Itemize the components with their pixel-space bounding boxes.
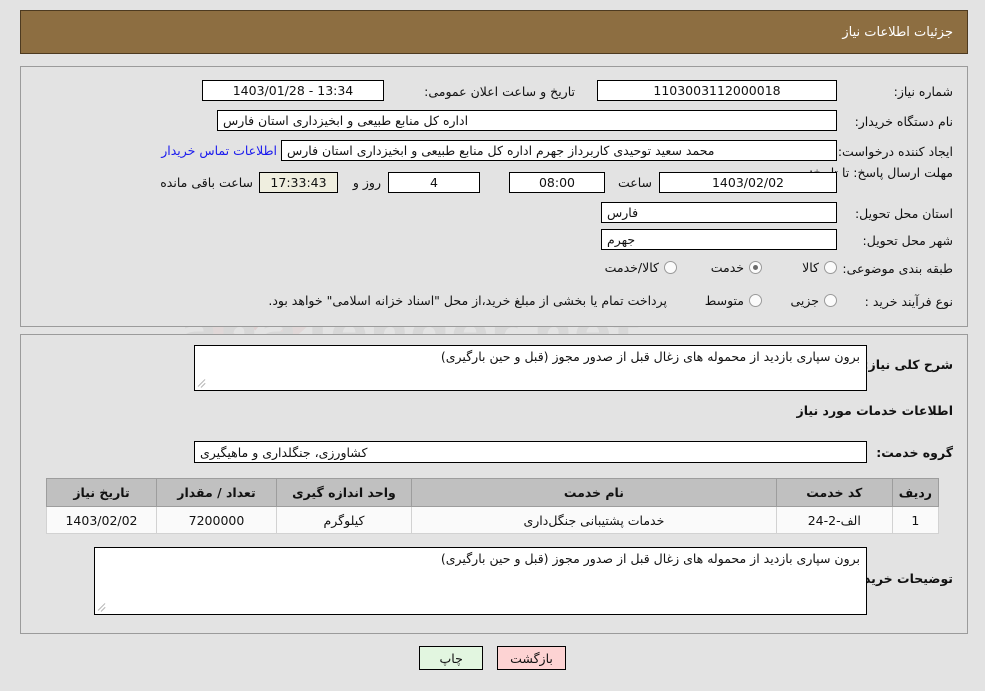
td-need-date: 1403/02/02 bbox=[46, 506, 157, 534]
service-group-label: گروه خدمت: bbox=[876, 445, 953, 460]
buyer-notes-value: برون سپاری بازدید از محموله های زغال قبل… bbox=[440, 551, 860, 566]
category-option-khedmat-label: خدمت bbox=[710, 260, 744, 275]
td-unit: کیلوگرم bbox=[276, 506, 412, 534]
resize-grip-icon[interactable] bbox=[198, 379, 207, 388]
th-unit: واحد اندازه گیری bbox=[276, 478, 412, 507]
th-service-code: کد خدمت bbox=[775, 478, 893, 507]
process-option-jozi[interactable]: جزیی bbox=[790, 290, 837, 311]
general-desc-textarea[interactable]: برون سپاری بازدید از محموله های زغال قبل… bbox=[194, 345, 867, 391]
province-label: استان محل تحویل: bbox=[854, 206, 953, 221]
page-title: جزئیات اطلاعات نیاز bbox=[842, 24, 953, 40]
services-table: ردیف کد خدمت نام خدمت واحد اندازه گیری ت… bbox=[46, 478, 940, 534]
th-quantity: تعداد / مقدار bbox=[156, 478, 277, 507]
treasury-note-label: پرداخت تمام یا بخشی از مبلغ خرید،از محل … bbox=[268, 293, 667, 308]
need-number-label: شماره نیاز: bbox=[893, 84, 953, 99]
td-quantity: 7200000 bbox=[156, 506, 277, 534]
print-button[interactable]: چاپ bbox=[419, 646, 484, 670]
remaining-days-suffix: روز و bbox=[352, 175, 381, 190]
radio-icon-motevaset[interactable] bbox=[749, 294, 762, 307]
resize-grip-icon-notes[interactable] bbox=[98, 603, 107, 612]
category-option-kala-label: کالا bbox=[802, 260, 819, 275]
radio-icon-kala-khedmat[interactable] bbox=[664, 261, 677, 274]
creator-label: ایجاد کننده درخواست: bbox=[837, 144, 953, 159]
category-option-kala-khedmat[interactable]: کالا/خدمت bbox=[605, 257, 677, 278]
category-option-khedmat[interactable]: خدمت bbox=[711, 257, 762, 278]
page-root: anaTender.net جزئیات اطلاعات نیاز شماره … bbox=[0, 0, 985, 691]
deadline-hour-label: ساعت bbox=[617, 175, 652, 190]
deadline-hour-value: 08:00 bbox=[509, 172, 605, 193]
remaining-days-value: 4 bbox=[388, 172, 480, 193]
category-option-kala[interactable]: کالا bbox=[802, 257, 837, 278]
announce-datetime-value: 1403/01/28 - 13:34 bbox=[202, 80, 384, 101]
radio-icon-jozi[interactable] bbox=[824, 294, 837, 307]
city-value: جهرم bbox=[601, 229, 837, 250]
radio-icon-khedmat[interactable] bbox=[749, 261, 762, 274]
category-label: طبقه بندی موضوعی: bbox=[842, 261, 953, 276]
category-option-kala-khedmat-label: کالا/خدمت bbox=[604, 260, 659, 275]
province-value: فارس bbox=[601, 202, 837, 223]
deadline-date-value: 1403/02/02 bbox=[659, 172, 837, 193]
creator-value: محمد سعید توحیدی کاربرداز جهرم اداره کل … bbox=[281, 140, 837, 161]
process-option-motevaset[interactable]: متوسط bbox=[705, 290, 762, 311]
radio-icon-kala[interactable] bbox=[824, 261, 837, 274]
need-number-value: 1103003112000018 bbox=[597, 80, 837, 101]
remaining-suffix-label: ساعت باقی مانده bbox=[160, 175, 253, 190]
general-desc-label: شرح کلی نیاز: bbox=[863, 357, 953, 372]
services-section-title: اطلاعات خدمات مورد نیاز bbox=[796, 403, 954, 418]
process-option-jozi-label: جزیی bbox=[790, 293, 819, 308]
general-desc-value: برون سپاری بازدید از محموله های زغال قبل… bbox=[440, 349, 860, 364]
announce-datetime-label: تاریخ و ساعت اعلان عمومی: bbox=[424, 84, 575, 99]
back-button[interactable]: بازگشت bbox=[497, 646, 566, 670]
th-need-date: تاریخ نیاز bbox=[46, 478, 157, 507]
need-details-panel: شماره نیاز: 1103003112000018 تاریخ و ساع… bbox=[20, 66, 968, 327]
buyer-org-value: اداره کل منابع طبیعی و ابخیزداری استان ف… bbox=[217, 110, 837, 131]
city-label: شهر محل تحویل: bbox=[862, 233, 953, 248]
table-row[interactable]: 1 الف-2-24 خدمات پشتیبانی جنگل‌داری کیلو… bbox=[46, 506, 940, 534]
buyer-contact-link[interactable]: اطلاعات تماس خریدار bbox=[161, 140, 277, 161]
table-header-row: ردیف کد خدمت نام خدمت واحد اندازه گیری ت… bbox=[46, 478, 940, 507]
td-service-name: خدمات پشتیبانی جنگل‌داری bbox=[411, 506, 777, 534]
page-header: جزئیات اطلاعات نیاز bbox=[20, 10, 968, 54]
td-row-no: 1 bbox=[891, 506, 940, 534]
th-service-name: نام خدمت bbox=[411, 478, 777, 507]
buyer-org-label: نام دستگاه خریدار: bbox=[854, 114, 953, 129]
process-label: نوع فرآیند خرید : bbox=[864, 294, 953, 309]
process-option-motevaset-label: متوسط bbox=[704, 293, 744, 308]
remaining-countdown-timer: 17:33:43 bbox=[259, 172, 338, 193]
deadline-label: مهلت ارسال پاسخ: تا تاریخ: bbox=[808, 165, 953, 180]
th-row-no: ردیف bbox=[891, 478, 940, 507]
footer-actions: بازگشت چاپ bbox=[0, 646, 985, 670]
buyer-notes-textarea[interactable]: برون سپاری بازدید از محموله های زغال قبل… bbox=[94, 547, 867, 615]
td-service-code: الف-2-24 bbox=[775, 506, 893, 534]
service-group-value: کشاورزی، جنگلداری و ماهیگیری bbox=[194, 441, 867, 463]
